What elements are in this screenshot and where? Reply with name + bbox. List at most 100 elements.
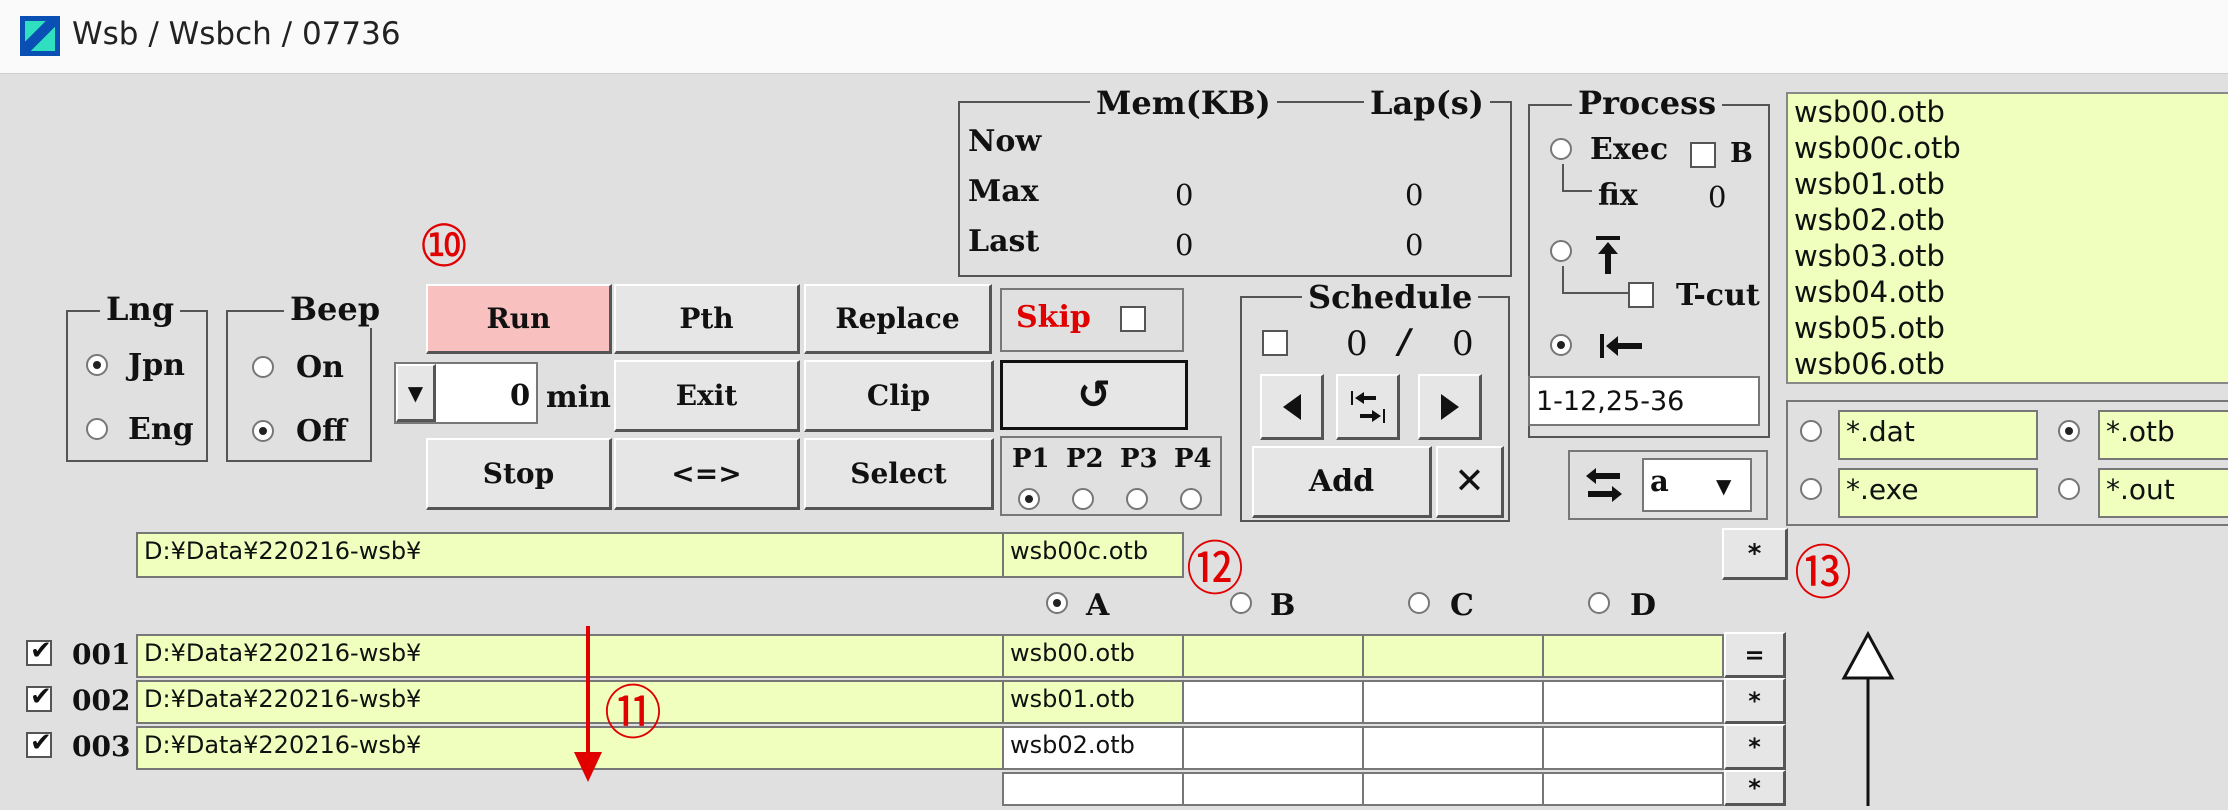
row-001-number: 001 bbox=[72, 638, 131, 671]
select-button[interactable]: Select bbox=[804, 438, 994, 510]
row-001-file-c[interactable] bbox=[1362, 634, 1544, 678]
lap-last: 0 bbox=[1405, 228, 1424, 262]
row-001-file-d[interactable] bbox=[1542, 634, 1724, 678]
skip-label: Skip bbox=[1016, 300, 1091, 335]
row-001-path[interactable]: D:¥Data¥220216-wsb¥ bbox=[136, 634, 1004, 678]
stop-button[interactable]: Stop bbox=[426, 438, 612, 510]
beep-on-radio[interactable] bbox=[252, 356, 274, 378]
filter-otb-field[interactable]: *.otb bbox=[2098, 410, 2228, 460]
pth-button[interactable]: Pth bbox=[614, 284, 800, 354]
list-item[interactable]: wsb04.otb bbox=[1794, 274, 2228, 310]
main-path-field[interactable]: D:¥Data¥220216-wsb¥ bbox=[136, 532, 1004, 578]
swap-button[interactable]: <=> bbox=[614, 438, 800, 510]
col-a-radio[interactable] bbox=[1046, 592, 1068, 614]
p4-radio[interactable] bbox=[1180, 488, 1202, 510]
lng-title: Lng bbox=[100, 290, 181, 328]
list-item[interactable]: wsb05.otb bbox=[1794, 310, 2228, 346]
p2-radio[interactable] bbox=[1072, 488, 1094, 510]
row-002-path[interactable]: D:¥Data¥220216-wsb¥ bbox=[136, 680, 1004, 724]
row-003-file-c[interactable] bbox=[1362, 726, 1544, 770]
swap-select-chevron-down-icon[interactable]: ▼ bbox=[1716, 474, 1731, 498]
filter-out-radio[interactable] bbox=[2058, 478, 2080, 500]
beep-on-label: On bbox=[296, 350, 344, 385]
p3-radio[interactable] bbox=[1126, 488, 1148, 510]
mem-title: Mem(KB) bbox=[1090, 84, 1277, 122]
annotation-10: ⑩ bbox=[418, 212, 470, 280]
row-003-path[interactable]: D:¥Data¥220216-wsb¥ bbox=[136, 726, 1004, 770]
row-004-button[interactable]: * bbox=[1724, 770, 1786, 806]
list-item[interactable]: wsb03.otb bbox=[1794, 238, 2228, 274]
row-003-button[interactable]: * bbox=[1724, 724, 1786, 770]
main-file-field[interactable]: wsb00c.otb bbox=[1002, 532, 1184, 578]
list-item[interactable]: wsb00.otb bbox=[1794, 94, 2228, 130]
scroll-up-arrow-icon[interactable] bbox=[1838, 630, 1898, 806]
file-listbox[interactable]: wsb00.otb wsb00c.otb wsb01.otb wsb02.otb… bbox=[1786, 92, 2228, 384]
list-item[interactable]: wsb01.otb bbox=[1794, 166, 2228, 202]
left-radio[interactable] bbox=[1550, 334, 1572, 356]
schedule-jump-button[interactable] bbox=[1336, 374, 1400, 440]
filter-dat-radio[interactable] bbox=[1800, 420, 1822, 442]
jpn-radio[interactable] bbox=[86, 354, 108, 376]
row-002-checkbox[interactable] bbox=[26, 682, 52, 712]
row-003-file-d[interactable] bbox=[1542, 726, 1724, 770]
main-star-button[interactable]: * bbox=[1722, 528, 1788, 580]
row-001-file-a[interactable]: wsb00.otb bbox=[1002, 634, 1184, 678]
triangle-left-icon bbox=[1282, 393, 1301, 420]
col-d-radio[interactable] bbox=[1588, 592, 1610, 614]
filter-out-field[interactable]: *.out bbox=[2098, 468, 2228, 518]
col-c-radio[interactable] bbox=[1408, 592, 1430, 614]
schedule-add-button[interactable]: Add bbox=[1252, 446, 1432, 518]
tab-jump-icon bbox=[1350, 390, 1385, 423]
row-003-file-b[interactable] bbox=[1182, 726, 1364, 770]
replace-button[interactable]: Replace bbox=[804, 284, 992, 354]
schedule-title: Schedule bbox=[1302, 278, 1479, 316]
exit-button[interactable]: Exit bbox=[614, 360, 800, 432]
p1-label: P1 bbox=[1012, 444, 1050, 474]
refresh-button[interactable]: ↺ bbox=[1000, 360, 1188, 430]
row-003-checkbox[interactable] bbox=[26, 728, 52, 758]
col-a-label: A bbox=[1086, 588, 1110, 623]
filter-exe-radio[interactable] bbox=[1800, 478, 1822, 500]
eng-radio[interactable] bbox=[86, 418, 108, 440]
range-field[interactable]: 1-12,25-36 bbox=[1528, 376, 1760, 426]
row-004-file-c[interactable] bbox=[1362, 772, 1544, 806]
schedule-checkbox[interactable] bbox=[1262, 330, 1288, 356]
filter-otb-radio[interactable] bbox=[2058, 420, 2080, 442]
b-label: B bbox=[1730, 138, 1753, 169]
swap-select-value: a bbox=[1650, 464, 1669, 498]
clip-button[interactable]: Clip bbox=[804, 360, 994, 432]
row-004-file-b[interactable] bbox=[1182, 772, 1364, 806]
row-002-file-c[interactable] bbox=[1362, 680, 1544, 724]
beep-off-radio[interactable] bbox=[252, 420, 274, 442]
min-value: 0 bbox=[510, 378, 531, 412]
row-004-file-a[interactable] bbox=[1002, 772, 1184, 806]
p1-radio[interactable] bbox=[1018, 488, 1040, 510]
row-001-file-b[interactable] bbox=[1182, 634, 1364, 678]
row-001-button[interactable]: = bbox=[1724, 632, 1786, 678]
row-002-button[interactable]: * bbox=[1724, 678, 1786, 724]
top-radio[interactable] bbox=[1550, 240, 1572, 262]
p2-label: P2 bbox=[1066, 444, 1104, 474]
filter-dat-field[interactable]: *.dat bbox=[1838, 410, 2038, 460]
annotation-arrow-head bbox=[574, 752, 602, 782]
list-item[interactable]: wsb02.otb bbox=[1794, 202, 2228, 238]
row-001-checkbox[interactable] bbox=[26, 636, 52, 666]
list-item[interactable]: wsb00c.otb bbox=[1794, 130, 2228, 166]
list-item[interactable]: wsb06.otb bbox=[1794, 346, 2228, 382]
min-spinner-dropdown[interactable]: ▼ bbox=[396, 364, 436, 422]
run-button[interactable]: Run bbox=[426, 284, 612, 354]
b-checkbox[interactable] bbox=[1690, 142, 1716, 168]
row-002-file-a[interactable]: wsb01.otb bbox=[1002, 680, 1184, 724]
row-003-file-a[interactable]: wsb02.otb bbox=[1002, 726, 1184, 770]
schedule-next-button[interactable] bbox=[1418, 374, 1482, 440]
filter-exe-field[interactable]: *.exe bbox=[1838, 468, 2038, 518]
tcut-checkbox[interactable] bbox=[1628, 282, 1654, 308]
exec-radio[interactable] bbox=[1550, 138, 1572, 160]
skip-checkbox[interactable] bbox=[1120, 306, 1146, 332]
row-002-file-d[interactable] bbox=[1542, 680, 1724, 724]
mem-row-label-last: Last bbox=[968, 224, 1040, 259]
row-004-file-d[interactable] bbox=[1542, 772, 1724, 806]
schedule-prev-button[interactable] bbox=[1260, 374, 1324, 440]
schedule-close-button[interactable]: ✕ bbox=[1436, 446, 1504, 518]
row-002-file-b[interactable] bbox=[1182, 680, 1364, 724]
